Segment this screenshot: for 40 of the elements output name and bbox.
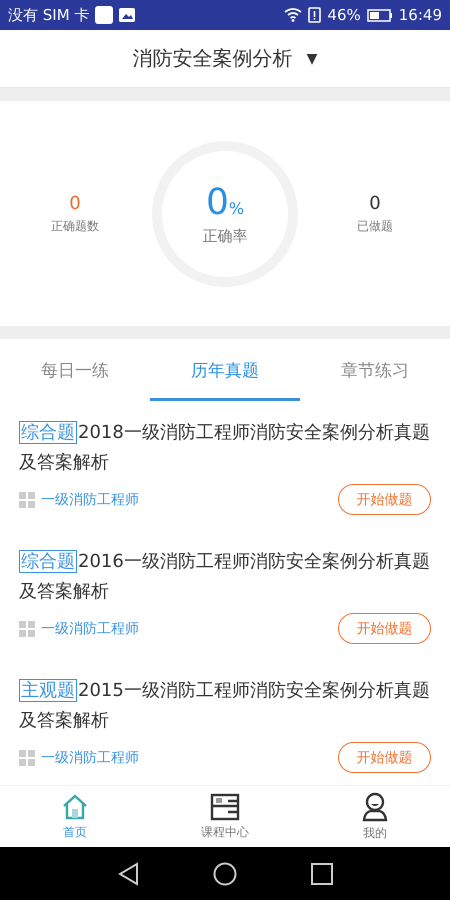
exam-title[interactable]: 综合题 2016一级消防工程师消防安全案例分析真题及答案解析	[19, 547, 431, 607]
battery-icon	[366, 8, 393, 22]
exam-title[interactable]: 综合题 2018一级消防工程师消防安全案例分析真题及答案解析	[19, 418, 431, 478]
notification-icon	[95, 6, 114, 24]
grid-icon	[19, 492, 35, 508]
tab[interactable]: 章节练习	[300, 339, 450, 401]
image-icon	[119, 8, 136, 22]
sim-alert-icon	[308, 7, 322, 23]
recents-icon[interactable]	[311, 862, 333, 884]
grid-icon	[19, 620, 35, 636]
grid-icon	[19, 750, 35, 766]
nav-label[interactable]: 首页	[63, 824, 87, 840]
battery-percent: 46%	[327, 6, 361, 24]
home-icon	[61, 792, 89, 820]
nav-label[interactable]: 我的	[363, 824, 387, 842]
stat-label: 正确率	[202, 226, 248, 246]
stat-label: 已做题	[357, 218, 393, 234]
stat-value: 0	[69, 192, 81, 214]
tab[interactable]: 历年真题	[150, 339, 300, 401]
back-icon[interactable]	[117, 862, 139, 886]
clock-time: 16:49	[398, 6, 442, 24]
dropdown-caret[interactable]: ▼	[306, 50, 318, 66]
nav-label[interactable]: 课程中心	[201, 824, 249, 840]
subject-title[interactable]: 消防安全案例分析	[132, 45, 293, 72]
book-icon	[210, 792, 240, 820]
start-button[interactable]: 开始做题	[338, 613, 431, 644]
tab[interactable]: 每日一练	[0, 339, 150, 401]
start-button[interactable]: 开始做题	[338, 742, 431, 773]
exam-title[interactable]: 主观题 2015一级消防工程师消防安全案例分析真题及答案解析	[19, 676, 431, 736]
carrier-text: 没有 SIM 卡	[8, 6, 90, 24]
stat-value: 0%	[206, 182, 244, 222]
stat-label: 正确题数	[51, 218, 99, 234]
person-icon	[361, 792, 389, 822]
category-label: 一级消防工程师	[41, 490, 140, 508]
start-button[interactable]: 开始做题	[338, 484, 431, 515]
home-circle-icon[interactable]	[213, 862, 237, 886]
stat-value: 0	[369, 192, 381, 214]
category-label: 一级消防工程师	[41, 620, 140, 638]
category-label: 一级消防工程师	[41, 748, 140, 766]
wifi-icon	[284, 8, 302, 22]
